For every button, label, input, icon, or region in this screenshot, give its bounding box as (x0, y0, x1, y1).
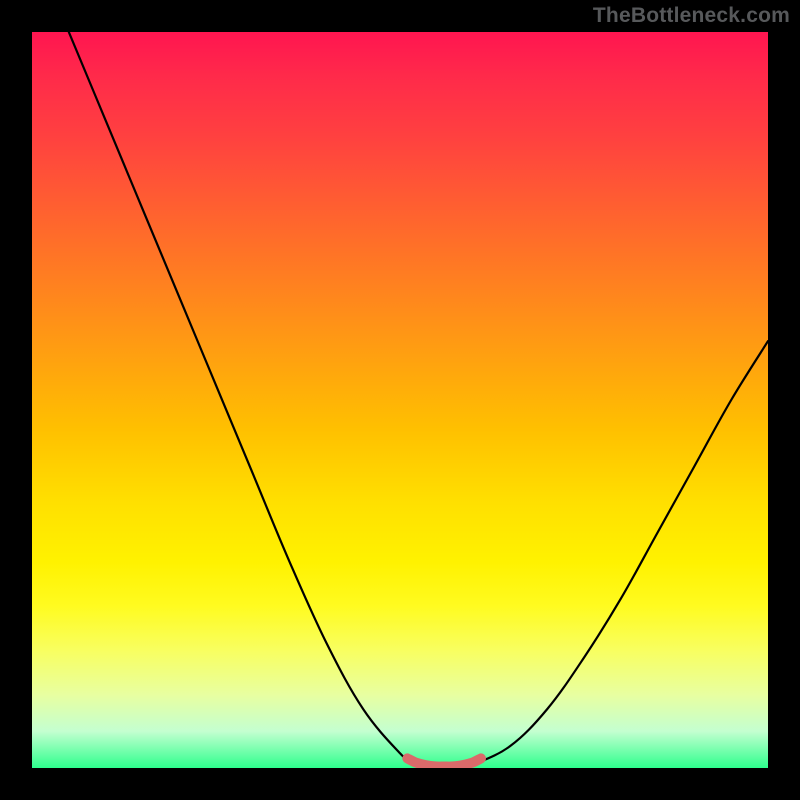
bottleneck-curve (69, 32, 768, 768)
optimal-flat-zone (407, 758, 481, 766)
chart-svg (32, 32, 768, 768)
plot-area (32, 32, 768, 768)
outer-frame: TheBottleneck.com (0, 0, 800, 800)
watermark-text: TheBottleneck.com (593, 4, 790, 28)
